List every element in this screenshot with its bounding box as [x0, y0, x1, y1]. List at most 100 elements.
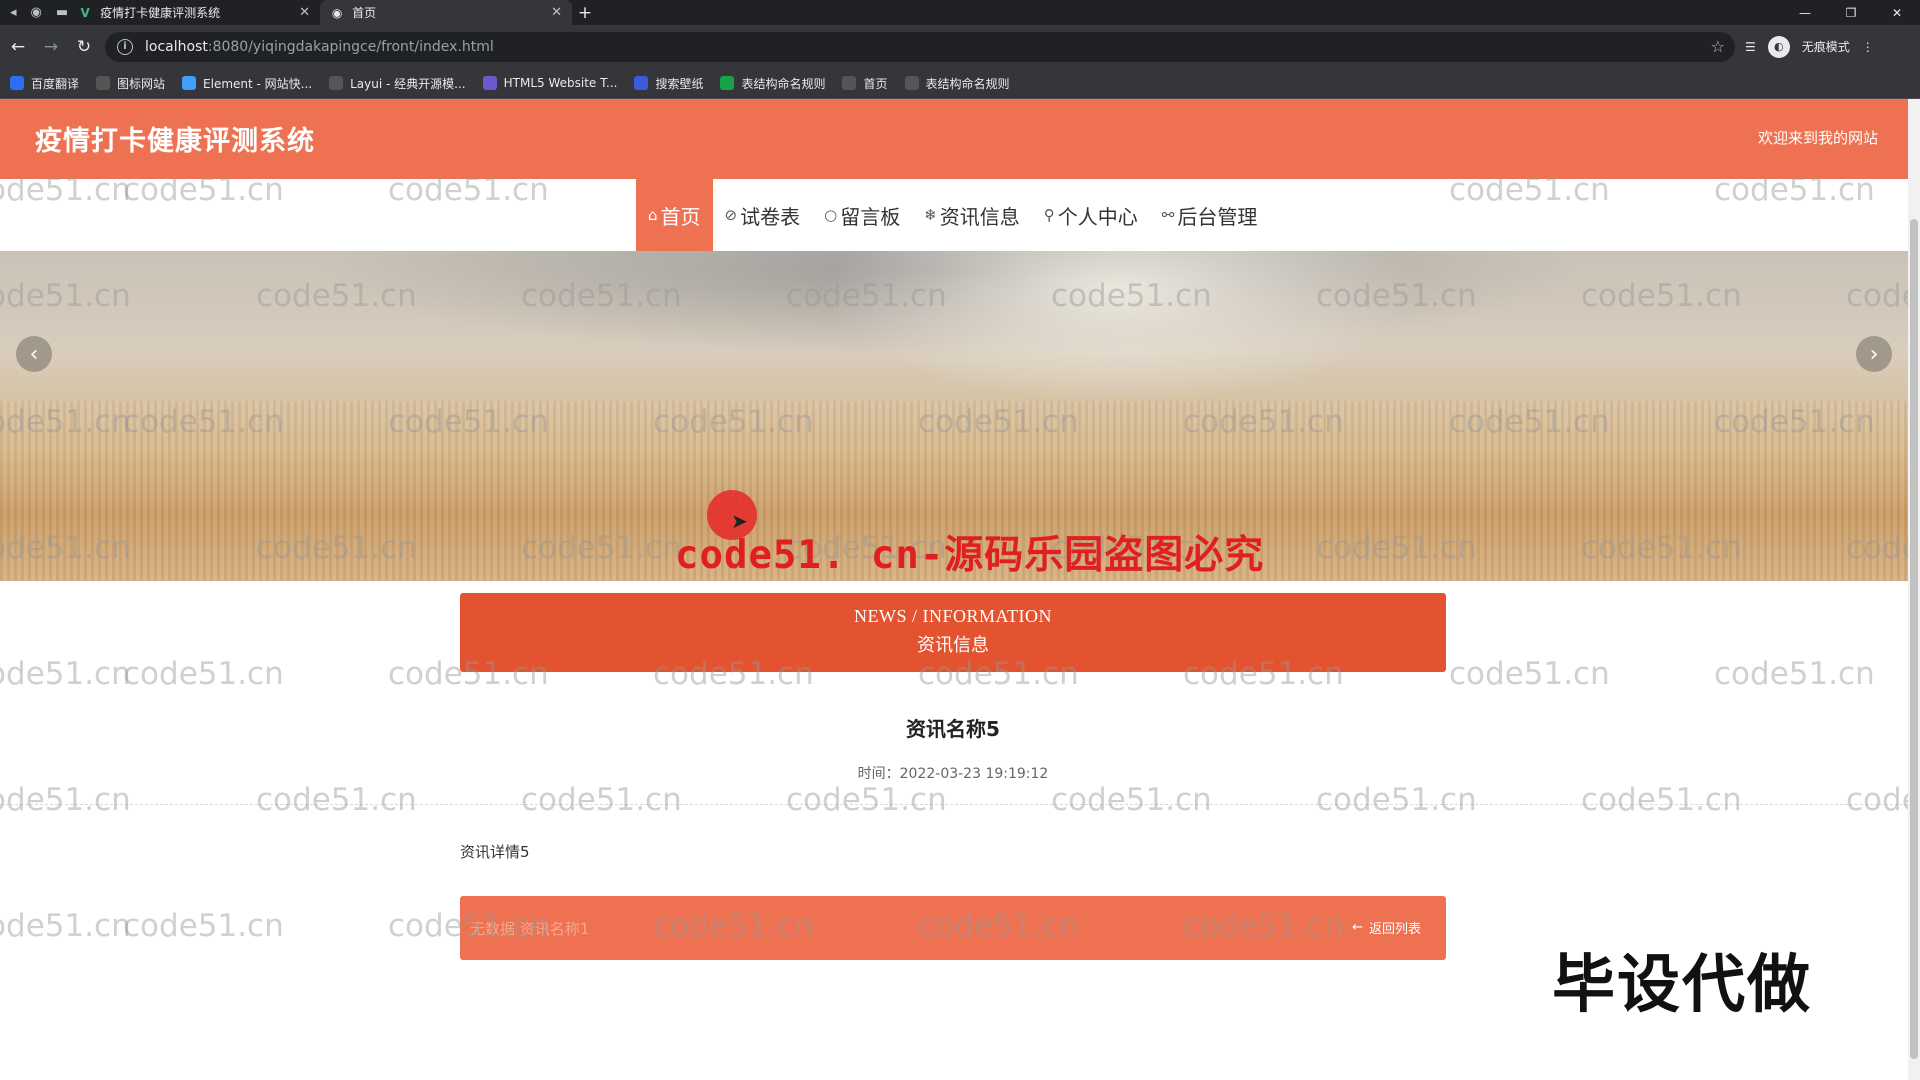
bookmark-star-icon[interactable]: ☆	[1711, 37, 1725, 56]
back-to-list-link[interactable]: ← 返回列表	[1352, 918, 1421, 937]
page-viewport: 疫情打卡健康评测系统 欢迎来到我的网站 ⌂ 首页 ⊘ 试卷表 ○ 留言板 ❄ 资讯信息 ⚲ 个人中…	[0, 99, 1920, 1080]
paper-icon: ⊘	[724, 206, 738, 224]
toolbar-right: ☰ ◐ 无痕模式 ⋮	[1745, 35, 1874, 58]
watermark-text: code51.cn	[521, 782, 682, 818]
welcome-text: 欢迎来到我的网站	[1757, 129, 1878, 147]
tab-strip-controls: ◂ ◉ ▬	[0, 0, 68, 25]
carousel-prev-icon[interactable]: ‹	[16, 336, 52, 372]
section-header: NEWS / INFORMATION 资讯信息	[460, 593, 1446, 672]
bookmark-item[interactable]: 表结构命名规则	[720, 75, 825, 92]
nav-item-label: 后台管理	[1177, 204, 1258, 229]
home-icon: ⌂	[648, 206, 658, 224]
address-bar[interactable]: i localhost:8080/yiqingdakapingce/front/…	[105, 31, 1735, 62]
reading-list-icon[interactable]: ☰	[1745, 40, 1756, 54]
forward-button[interactable]: →	[36, 32, 66, 62]
bookmark-favicon-icon	[842, 76, 857, 90]
bookmark-label: 百度翻译	[31, 76, 80, 91]
news-icon: ❄	[924, 206, 937, 224]
watermark-text: code51.cn	[123, 908, 284, 944]
restore-icon[interactable]: ❐	[1828, 6, 1874, 20]
nav-item-news[interactable]: ❄ 资讯信息	[912, 179, 1032, 251]
bookmark-item[interactable]: HTML5 Website T...	[482, 76, 618, 90]
nav-item-message[interactable]: ○ 留言板	[812, 179, 912, 251]
back-to-list-label: 返回列表	[1368, 922, 1421, 937]
nav-item-label: 试卷表	[740, 204, 801, 229]
site-info-icon[interactable]: i	[117, 38, 133, 55]
prev-next-links[interactable]: 无数据 资讯名称1	[470, 918, 589, 939]
reload-button[interactable]: ↻	[69, 32, 99, 62]
window-icon[interactable]: ▬	[56, 5, 68, 20]
bookmark-item[interactable]: Layui - 经典开源模...	[329, 75, 466, 92]
bookmark-item[interactable]: 表结构命名规则	[904, 75, 1010, 92]
tab-close-icon[interactable]: ✕	[299, 5, 310, 20]
globe-icon[interactable]: ◉	[31, 5, 42, 20]
back-button[interactable]: ←	[3, 32, 33, 62]
profile-label[interactable]: 无痕模式	[1802, 38, 1850, 55]
nav-item-home[interactable]: ⌂ 首页	[636, 179, 713, 251]
browser-tab-bar: ◂ ◉ ▬ V 疫情打卡健康评测系统 ✕ ◉ 首页 ✕ + — ❐ ✕	[0, 0, 1920, 25]
bookmark-item[interactable]: 图标网站	[96, 75, 165, 92]
watermark-text: code51.cn	[256, 782, 417, 818]
bookmark-favicon-icon	[10, 76, 24, 90]
globe-icon: ◉	[331, 5, 343, 20]
nav-item-label: 首页	[660, 204, 701, 229]
watermark-text: code51.cn	[786, 782, 947, 818]
vue-logo-icon: V	[80, 5, 90, 20]
bookmark-favicon-icon	[720, 76, 735, 90]
page-scrollbar[interactable]	[1908, 99, 1920, 1080]
incognito-avatar-icon[interactable]: ◐	[1767, 35, 1790, 58]
tab-health-system[interactable]: V 疫情打卡健康评测系统 ✕	[68, 0, 320, 25]
tab-title: 疫情打卡健康评测系统	[100, 6, 221, 20]
new-tab-button[interactable]: +	[572, 0, 598, 25]
article-body: 资讯详情5	[460, 843, 530, 861]
article-time: 时间：2022-03-23 19:19:12	[857, 766, 1049, 782]
nav-item-paper[interactable]: ⊘ 试卷表	[713, 179, 813, 251]
arrow-left-icon: ←	[1352, 920, 1363, 935]
bookmark-item[interactable]: 首页	[842, 75, 888, 92]
url-host: localhost	[145, 38, 208, 55]
bookmark-favicon-icon	[96, 76, 111, 90]
carousel-next-icon[interactable]: ›	[1856, 336, 1892, 372]
article-footer-bar: 无数据 资讯名称1 ← 返回列表	[460, 896, 1446, 960]
watermark-text: code51.cn	[1714, 656, 1875, 692]
divider	[0, 804, 1908, 805]
bookmark-label: Layui - 经典开源模...	[350, 76, 466, 91]
site-title: 疫情打卡健康评测系统	[35, 126, 315, 157]
bookmark-favicon-icon	[634, 76, 649, 90]
bookmark-label: Element - 网站快...	[203, 76, 313, 91]
nav-item-label: 留言板	[840, 204, 901, 229]
nav-item-label: 资讯信息	[939, 204, 1020, 229]
watermark-text: code51.cn	[1449, 656, 1610, 692]
browser-toolbar: ← → ↻ i localhost:8080/yiqingdakapingce/…	[0, 25, 1920, 68]
audio-icon[interactable]: ◂	[10, 5, 17, 20]
watermark-text: code51.cn	[0, 908, 131, 944]
bookmark-item[interactable]: 百度翻译	[10, 75, 79, 92]
tab-home[interactable]: ◉ 首页 ✕	[320, 0, 572, 25]
bookmarks-bar: 百度翻译 图标网站 Element - 网站快... Layui - 经典开源模...…	[0, 68, 1920, 99]
bookmark-label: HTML5 Website T...	[503, 76, 618, 90]
bookmark-label: 首页	[863, 76, 888, 91]
tab-title: 首页	[352, 6, 377, 20]
bookmark-item[interactable]: Element - 网站快...	[182, 75, 312, 92]
copyright-overlay: code51. cn-源码乐园盗图必究	[675, 533, 1265, 578]
bookmark-label: 表结构命名规则	[925, 76, 1010, 91]
window-controls: — ❐ ✕	[1782, 0, 1920, 25]
nav-item-user[interactable]: ⚲ 个人中心	[1032, 179, 1150, 251]
article-title: 资讯名称5	[906, 717, 1000, 741]
watermark-text: code51.cn	[0, 782, 131, 818]
bookmark-favicon-icon	[182, 76, 197, 90]
link-icon: ⚯	[1161, 206, 1175, 224]
menu-kebab-icon[interactable]: ⋮	[1862, 40, 1874, 54]
scrollbar-thumb[interactable]	[1910, 219, 1918, 1059]
watermark-text: code51.cn	[123, 656, 284, 692]
watermark-text: code51.cn	[1051, 782, 1212, 818]
bookmark-label: 表结构命名规则	[741, 76, 826, 91]
nav-item-link[interactable]: ⚯ 后台管理	[1150, 179, 1270, 251]
nav-item-label: 个人中心	[1057, 204, 1138, 229]
bookmark-item[interactable]: 搜索壁纸	[634, 75, 703, 92]
promo-stamp: 毕设代做	[1552, 948, 1812, 1021]
url-path: :8080/yiqingdakapingce/front/index.html	[207, 38, 494, 55]
close-window-icon[interactable]: ✕	[1874, 6, 1920, 20]
minimize-icon[interactable]: —	[1782, 6, 1828, 20]
tab-close-icon[interactable]: ✕	[551, 5, 562, 20]
